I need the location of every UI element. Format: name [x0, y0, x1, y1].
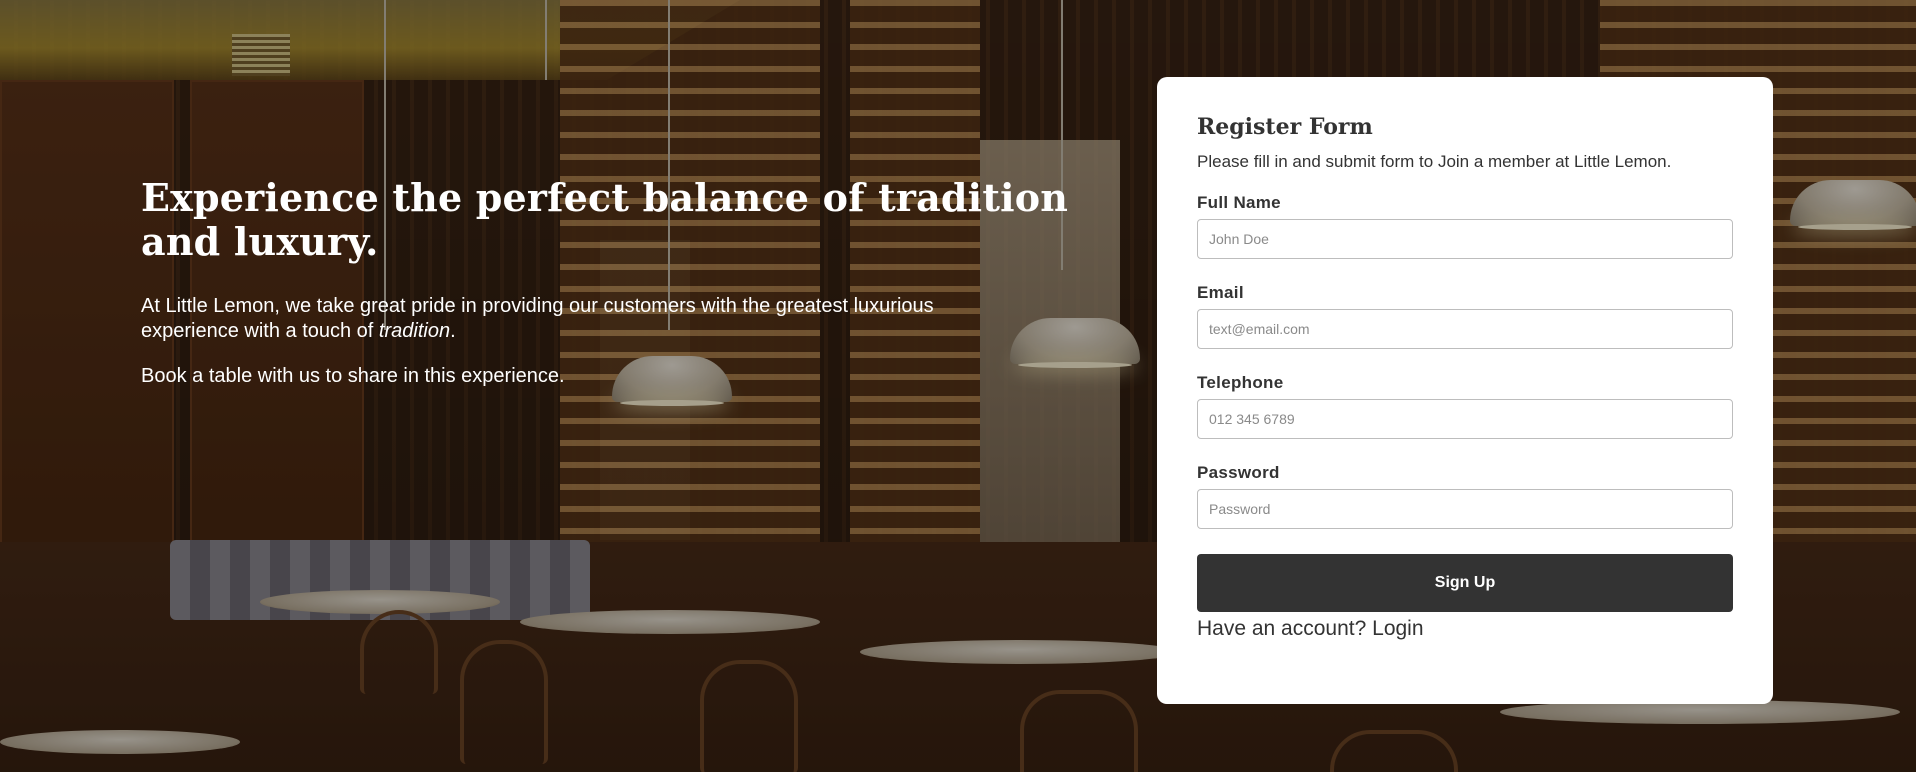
login-link[interactable]: Login: [1372, 617, 1423, 640]
email-label: Email: [1197, 283, 1244, 302]
register-form: Full Name Email Telephone Password Sign …: [1197, 193, 1733, 612]
sign-up-button[interactable]: Sign Up: [1197, 554, 1733, 612]
full-name-input[interactable]: [1197, 219, 1733, 259]
password-label: Password: [1197, 463, 1280, 482]
email-field: Email: [1197, 283, 1733, 349]
email-input[interactable]: [1197, 309, 1733, 349]
register-form-card: Register Form Please fill in and submit …: [1157, 77, 1773, 704]
hero-section: Experience the perfect balance of tradit…: [141, 176, 1081, 389]
hero-description-text: At Little Lemon, we take great pride in …: [141, 295, 934, 342]
login-prompt: Have an account? Login: [1197, 616, 1733, 642]
hero-description-end: .: [450, 320, 456, 342]
form-title: Register Form: [1197, 114, 1373, 140]
hero-title: Experience the perfect balance of tradit…: [141, 175, 1069, 264]
password-input[interactable]: [1197, 489, 1733, 529]
full-name-field: Full Name: [1197, 193, 1733, 259]
telephone-field: Telephone: [1197, 373, 1733, 439]
full-name-label: Full Name: [1197, 193, 1281, 212]
password-field: Password: [1197, 463, 1733, 529]
telephone-label: Telephone: [1197, 373, 1284, 392]
hero-description-emphasis: tradition: [378, 320, 451, 342]
telephone-input[interactable]: [1197, 399, 1733, 439]
account-prompt-text: Have an account?: [1197, 617, 1367, 640]
hero-booking-text: Book a table with us to share in this ex…: [141, 365, 565, 387]
hero-description: At Little Lemon, we take great pride in …: [141, 294, 1021, 344]
form-subtitle: Please fill in and submit form to Join a…: [1197, 152, 1672, 171]
